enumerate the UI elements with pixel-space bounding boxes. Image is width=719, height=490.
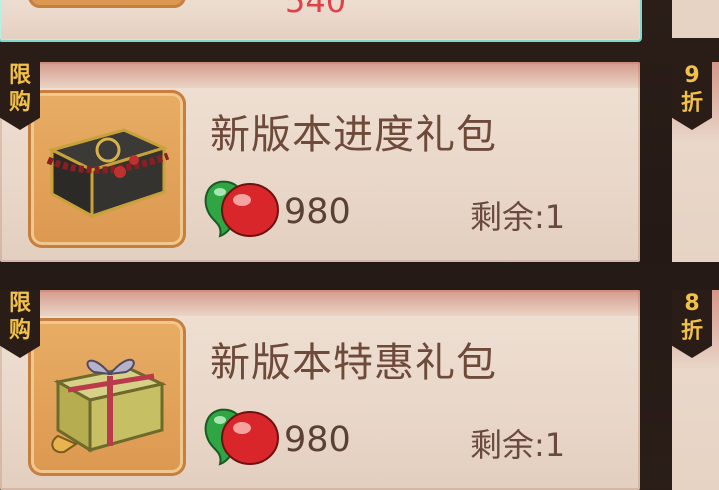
item-price: 980 — [284, 420, 351, 460]
discount-badge: 8 折 — [672, 290, 712, 358]
item-thumbnail — [28, 0, 186, 8]
red-green-gem-icon — [204, 408, 279, 466]
stock-remaining: 剩余:1 — [470, 426, 566, 464]
limited-purchase-badge: 限 购 — [0, 62, 40, 130]
card-header-band — [0, 62, 640, 88]
currency-gem-icon — [198, 0, 278, 12]
discount-badge: 9 折 — [672, 62, 712, 130]
shop-item-card[interactable]: 新版本进度礼包 980 剩余:1 — [0, 62, 640, 262]
badge-char: 购 — [8, 318, 31, 343]
red-green-gem-icon — [204, 180, 279, 238]
badge-char: 折 — [680, 91, 703, 116]
limited-purchase-badge: 限 购 — [0, 290, 40, 358]
gift-box-icon — [51, 358, 167, 454]
item-price: 980 — [284, 192, 351, 232]
stock-remaining: 剩余:1 — [470, 198, 566, 236]
item-thumbnail — [28, 318, 186, 476]
badge-char: 购 — [8, 90, 31, 115]
item-thumbnail — [28, 90, 186, 248]
item-price: 540 — [285, 0, 347, 20]
shop-item-card-selected[interactable]: 540 — [0, 0, 640, 40]
badge-char: 限 — [8, 63, 31, 88]
item-title: 新版本进度礼包 — [210, 112, 497, 158]
badge-char: 9 — [684, 63, 700, 88]
treasure-chest-icon — [46, 128, 170, 219]
shop-item-card[interactable]: 新版本特惠礼包 980 剩余:1 — [0, 290, 640, 490]
item-title: 新版本特惠礼包 — [210, 340, 497, 386]
badge-char: 限 — [8, 291, 31, 316]
badge-char: 折 — [680, 319, 703, 344]
card-header-band — [0, 290, 640, 316]
side-item-card[interactable] — [672, 0, 719, 38]
badge-char: 8 — [684, 291, 700, 316]
